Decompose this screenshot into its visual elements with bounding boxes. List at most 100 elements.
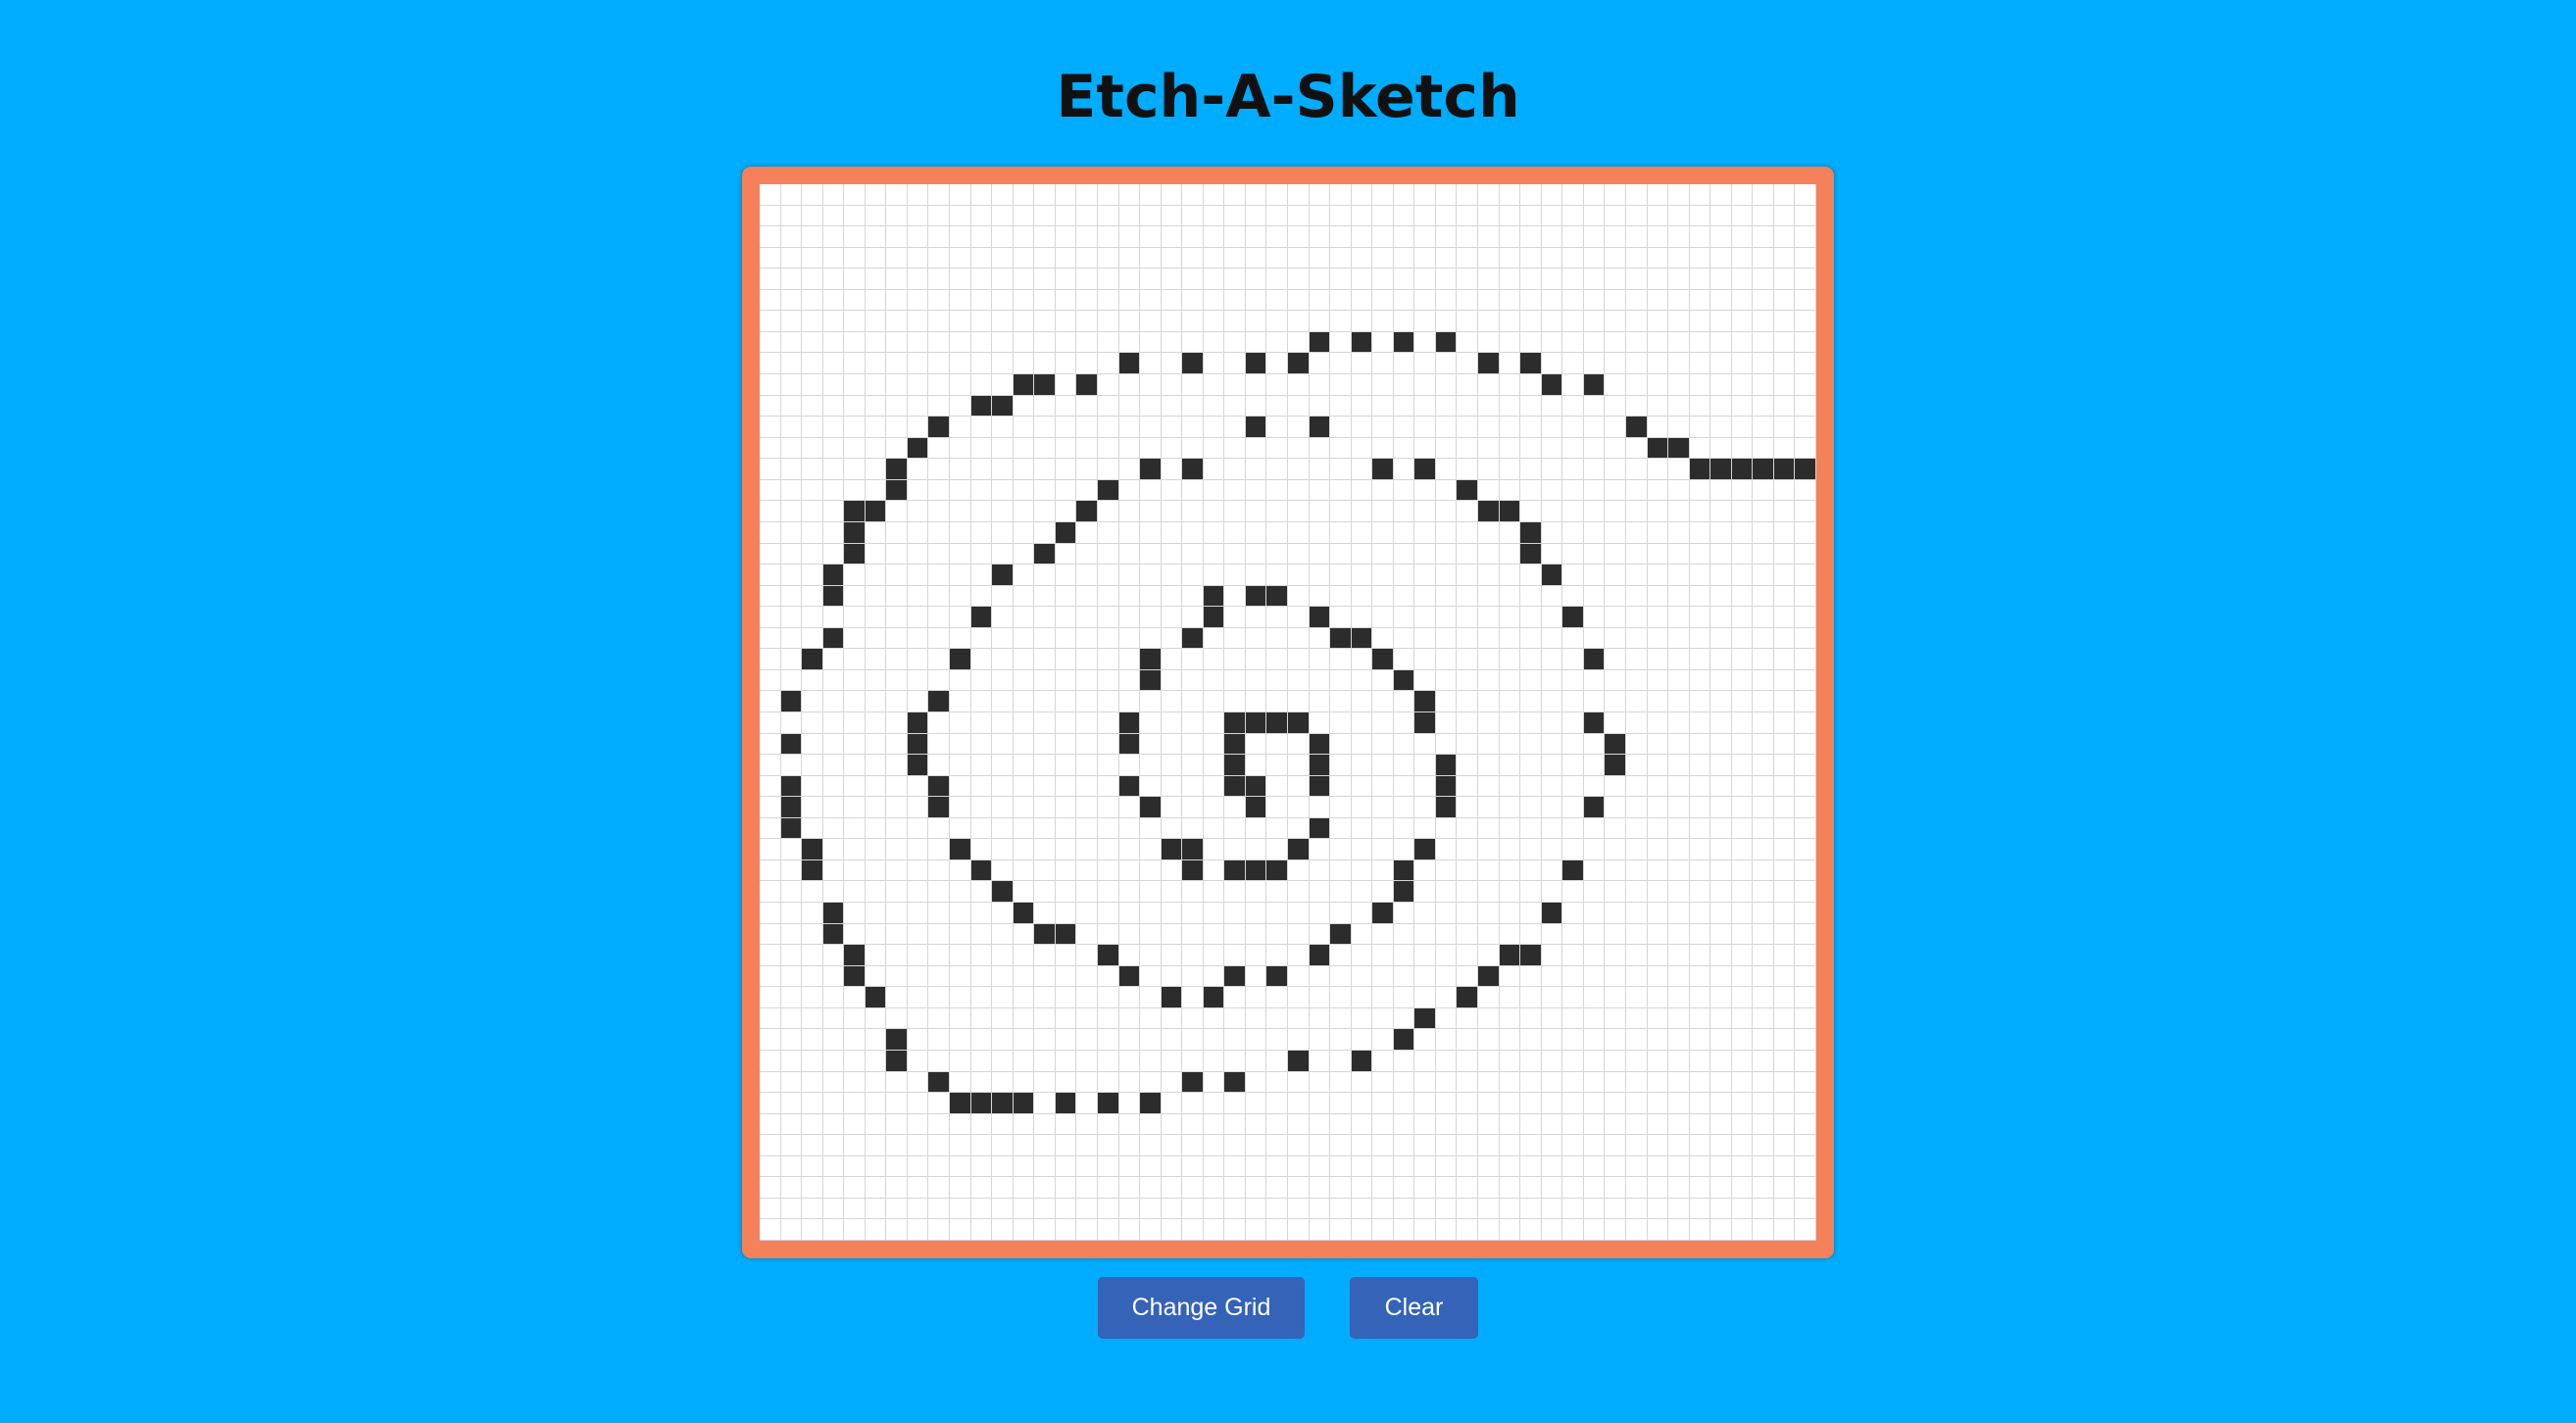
grid-cell[interactable] (1605, 1007, 1626, 1030)
grid-cell[interactable] (1266, 331, 1288, 354)
grid-cell[interactable] (1245, 1007, 1267, 1030)
grid-cell[interactable] (1710, 564, 1732, 586)
grid-cell[interactable] (1330, 775, 1352, 798)
grid-cell[interactable] (1499, 353, 1521, 375)
grid-cell[interactable] (780, 459, 803, 480)
grid-cell[interactable] (1351, 649, 1373, 670)
grid-cell-filled[interactable] (1055, 923, 1077, 946)
grid-cell[interactable] (1795, 417, 1816, 438)
grid-cell[interactable] (1351, 965, 1373, 988)
grid-cell[interactable] (1140, 839, 1162, 860)
grid-cell-filled[interactable] (1372, 459, 1394, 480)
grid-cell[interactable] (1372, 965, 1394, 988)
grid-cell[interactable] (1224, 1050, 1246, 1072)
grid-cell[interactable] (970, 987, 993, 1008)
grid-cell[interactable] (1562, 311, 1584, 332)
grid-cell[interactable] (1647, 1050, 1669, 1072)
grid-cell-filled[interactable] (1309, 775, 1331, 798)
grid-cell[interactable] (1753, 226, 1774, 248)
grid-cell[interactable] (1583, 1029, 1606, 1051)
grid-cell[interactable] (1605, 269, 1626, 290)
grid-cell[interactable] (907, 269, 929, 290)
grid-cell[interactable] (1330, 712, 1352, 734)
grid-cell[interactable] (886, 1135, 908, 1156)
grid-cell[interactable] (950, 1135, 971, 1156)
grid-cell[interactable] (950, 733, 971, 756)
grid-cell[interactable] (1457, 903, 1479, 924)
grid-cell[interactable] (1605, 607, 1626, 628)
grid-cell[interactable] (1795, 247, 1816, 270)
grid-cell[interactable] (1605, 987, 1626, 1008)
grid-cell[interactable] (1689, 923, 1711, 946)
grid-cell[interactable] (992, 1071, 1014, 1094)
grid-cell[interactable] (1140, 627, 1162, 650)
grid-cell[interactable] (1710, 289, 1732, 312)
grid-cell[interactable] (780, 669, 803, 692)
grid-cell[interactable] (1118, 585, 1141, 608)
grid-cell[interactable] (1287, 627, 1310, 650)
grid-cell[interactable] (1287, 417, 1310, 438)
grid-cell[interactable] (1520, 459, 1542, 480)
grid-cell[interactable] (970, 289, 993, 312)
grid-cell[interactable] (1668, 1113, 1690, 1136)
grid-cell[interactable] (1583, 184, 1606, 206)
grid-cell[interactable] (1625, 859, 1648, 882)
grid-cell-filled[interactable] (865, 987, 887, 1008)
grid-cell[interactable] (1583, 417, 1606, 438)
grid-cell[interactable] (1076, 459, 1098, 480)
grid-cell[interactable] (844, 755, 866, 776)
grid-cell[interactable] (1457, 669, 1479, 692)
grid-cell[interactable] (1161, 311, 1183, 332)
grid-cell[interactable] (1372, 945, 1394, 966)
grid-cell[interactable] (1140, 289, 1162, 312)
grid-cell[interactable] (1182, 374, 1204, 396)
grid-cell[interactable] (1182, 521, 1204, 544)
grid-cell[interactable] (1731, 881, 1754, 904)
grid-cell[interactable] (802, 965, 823, 988)
grid-cell[interactable] (1224, 501, 1246, 522)
grid-cell[interactable] (1203, 649, 1225, 670)
grid-cell[interactable] (1795, 1155, 1816, 1178)
grid-cell[interactable] (1330, 817, 1352, 840)
grid-cell[interactable] (1710, 923, 1732, 946)
grid-cell[interactable] (950, 459, 971, 480)
grid-cell[interactable] (1647, 226, 1669, 248)
grid-cell[interactable] (1647, 1029, 1669, 1051)
grid-cell[interactable] (1435, 881, 1458, 904)
grid-cell[interactable] (1435, 649, 1458, 670)
grid-cell[interactable] (844, 395, 866, 417)
grid-cell[interactable] (1372, 1135, 1394, 1156)
grid-cell[interactable] (1309, 712, 1331, 734)
grid-cell[interactable] (1689, 712, 1711, 734)
grid-cell[interactable] (760, 649, 781, 670)
grid-cell[interactable] (844, 712, 866, 734)
grid-cell[interactable] (1520, 1007, 1542, 1030)
grid-cell[interactable] (1583, 501, 1606, 522)
grid-cell[interactable] (1731, 501, 1754, 522)
grid-cell[interactable] (1309, 627, 1331, 650)
grid-cell[interactable] (1055, 1177, 1077, 1199)
grid-cell[interactable] (1541, 859, 1563, 882)
clear-button[interactable]: Clear (1350, 1277, 1478, 1339)
grid-cell[interactable] (1203, 1007, 1225, 1030)
grid-cell[interactable] (1457, 627, 1479, 650)
grid-cell[interactable] (1499, 184, 1521, 206)
grid-cell[interactable] (1182, 269, 1204, 290)
grid-cell[interactable] (1076, 965, 1098, 988)
grid-cell[interactable] (1795, 987, 1816, 1008)
grid-cell[interactable] (1097, 247, 1119, 270)
grid-cell[interactable] (1245, 226, 1267, 248)
grid-cell[interactable] (1393, 733, 1415, 756)
grid-cell[interactable] (907, 459, 929, 480)
grid-cell[interactable] (928, 1219, 951, 1241)
grid-cell[interactable] (1541, 607, 1563, 628)
grid-cell[interactable] (1097, 987, 1119, 1008)
grid-cell[interactable] (1351, 1135, 1373, 1156)
grid-cell[interactable] (1287, 1007, 1310, 1030)
grid-cell[interactable] (1795, 649, 1816, 670)
grid-cell[interactable] (886, 521, 908, 544)
grid-cell[interactable] (802, 247, 823, 270)
grid-cell[interactable] (1562, 775, 1584, 798)
grid-cell[interactable] (1013, 1029, 1035, 1051)
grid-cell[interactable] (1647, 755, 1669, 776)
